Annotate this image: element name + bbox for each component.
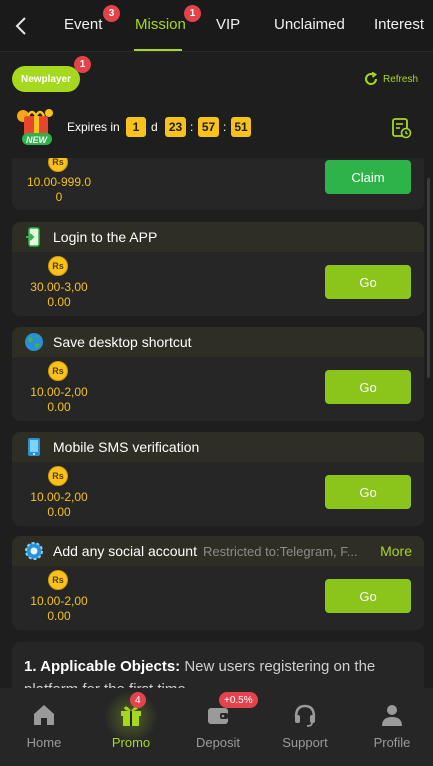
- new-label: NEW: [26, 135, 47, 145]
- countdown-day-unit: d: [151, 120, 158, 134]
- nav-home[interactable]: Home: [1, 688, 87, 766]
- mission-list[interactable]: Rs 10.00-999.0 0 Claim Login to the APP …: [0, 158, 433, 688]
- mission-card-header: Save desktop shortcut: [12, 327, 424, 357]
- scrollbar[interactable]: [427, 178, 430, 378]
- nav-label: Profile: [373, 735, 411, 750]
- reward-amount: 30.00-3,00 0.00: [16, 280, 102, 310]
- mission-card-social-account: Add any social account Restricted to:Tel…: [12, 536, 424, 630]
- claim-button[interactable]: Claim: [325, 160, 411, 194]
- phone-app-icon: [24, 227, 44, 247]
- reward-amount-line: 10.00-2,00: [30, 385, 88, 399]
- newplayer-chip[interactable]: Newplayer: [12, 66, 80, 92]
- reward-amount: 10.00-2,00 0.00: [16, 594, 102, 624]
- tab-label: Unclaimed: [274, 16, 345, 33]
- rules-heading: 1. Applicable Objects:: [24, 658, 181, 675]
- countdown-days: 1: [126, 117, 146, 137]
- reward-amount-line: 0.00: [47, 400, 71, 414]
- reward-amount: 10.00-2,00 0.00: [16, 490, 102, 520]
- go-button[interactable]: Go: [325, 475, 411, 509]
- globe-icon: [24, 332, 44, 352]
- reward-amount-line: 10.00-999.0: [26, 175, 92, 189]
- tab-event[interactable]: Event: [64, 16, 102, 33]
- reward-amount-line: 30.00-3,00: [30, 280, 88, 294]
- new-gift-illustration: NEW: [14, 106, 60, 148]
- nav-deposit[interactable]: +0.5% Deposit: [175, 688, 261, 766]
- rupee-coin-icon: Rs: [48, 466, 68, 486]
- tab-label: Event: [64, 16, 103, 33]
- reward-amount: 10.00-2,00 0.00: [16, 385, 102, 415]
- deposit-bonus-badge: +0.5%: [219, 692, 258, 708]
- tab-label: VIP: [216, 16, 241, 33]
- reward-amount-line: 0: [55, 190, 63, 204]
- more-link[interactable]: More: [380, 543, 412, 559]
- top-tab-bar: Event 3 Mission 1 VIP Unclaimed Interest: [0, 0, 433, 52]
- nav-label: Promo: [111, 735, 151, 750]
- nav-label: Deposit: [195, 735, 241, 750]
- rupee-coin-icon: Rs: [48, 570, 68, 590]
- tab-mission[interactable]: Mission: [135, 16, 186, 33]
- app: Event 3 Mission 1 VIP Unclaimed Interest…: [0, 0, 433, 766]
- countdown-separator: :: [223, 120, 227, 134]
- mission-title: Login to the APP: [53, 229, 158, 245]
- reward-amount: 10.00-999.0 0: [16, 175, 102, 205]
- history-button[interactable]: [390, 117, 412, 139]
- active-tab-indicator: [134, 49, 182, 51]
- countdown-minutes: 57: [198, 117, 219, 137]
- refresh-label: Refresh: [383, 73, 419, 85]
- mission-title: Mobile SMS verification: [53, 439, 200, 455]
- reward-amount-line: 0.00: [47, 505, 71, 519]
- countdown-hours: 23: [165, 117, 186, 137]
- notification-badge: 4: [130, 692, 146, 708]
- mobile-sms-icon: [24, 437, 44, 457]
- go-button[interactable]: Go: [325, 579, 411, 613]
- history-report-icon: [392, 118, 412, 139]
- nav-profile[interactable]: Profile: [349, 688, 433, 766]
- social-gear-icon: [24, 541, 44, 561]
- notification-badge: 1: [74, 56, 91, 73]
- mission-restriction: Restricted to:Telegram, F...: [202, 543, 358, 559]
- rupee-coin-icon: Rs: [48, 158, 68, 172]
- tab-interest[interactable]: Interest: [374, 16, 424, 33]
- nav-label: Home: [26, 735, 62, 750]
- nav-label: Support: [282, 735, 328, 750]
- tab-unclaimed[interactable]: Unclaimed: [274, 16, 345, 33]
- tab-label: Mission: [135, 16, 186, 33]
- notification-badge: 3: [103, 5, 120, 22]
- reward-amount-line: 0.00: [47, 609, 71, 623]
- reward-amount-line: 10.00-2,00: [30, 490, 88, 504]
- mission-card-sms-verification: Mobile SMS verification Rs 10.00-2,00 0.…: [12, 432, 424, 526]
- rupee-coin-icon: Rs: [48, 256, 68, 276]
- tab-label: Interest: [374, 16, 425, 33]
- notification-badge: 1: [184, 5, 201, 22]
- bottom-nav: Home 4 Promo +0.5% Deposit Support Profi…: [0, 688, 433, 766]
- go-button[interactable]: Go: [325, 265, 411, 299]
- mission-card-header: Mobile SMS verification: [12, 432, 424, 462]
- countdown-seconds: 51: [231, 117, 251, 137]
- mission-title: Save desktop shortcut: [53, 334, 192, 350]
- nav-support[interactable]: Support: [262, 688, 348, 766]
- mission-card-desktop-shortcut: Save desktop shortcut Rs 10.00-2,00 0.00…: [12, 327, 424, 421]
- mission-card-login-app: Login to the APP Rs 30.00-3,00 0.00 Go: [12, 222, 424, 316]
- reward-amount-line: 10.00-2,00: [30, 594, 88, 608]
- nav-promo[interactable]: 4 Promo: [88, 688, 174, 766]
- mission-title: Add any social account: [53, 543, 197, 559]
- mission-card-header: Add any social account Restricted to:Tel…: [12, 536, 424, 566]
- tab-vip[interactable]: VIP: [216, 16, 240, 33]
- go-button[interactable]: Go: [325, 370, 411, 404]
- rupee-coin-icon: Rs: [48, 361, 68, 381]
- back-button[interactable]: [10, 13, 32, 39]
- mission-card: Rs 10.00-999.0 0 Claim: [12, 158, 424, 210]
- countdown-separator: :: [190, 120, 194, 134]
- mission-card-header: Login to the APP: [12, 222, 424, 252]
- refresh-button[interactable]: Refresh: [363, 71, 418, 87]
- headset-icon: [294, 704, 316, 727]
- chevron-left-icon: [15, 17, 26, 35]
- refresh-icon: [365, 71, 378, 85]
- reward-amount-line: 0.00: [47, 295, 71, 309]
- user-icon: [382, 705, 402, 726]
- home-icon: [34, 705, 54, 725]
- rules-section: 1. Applicable Objects: New users registe…: [12, 642, 424, 688]
- expires-label: Expires in: [67, 120, 120, 134]
